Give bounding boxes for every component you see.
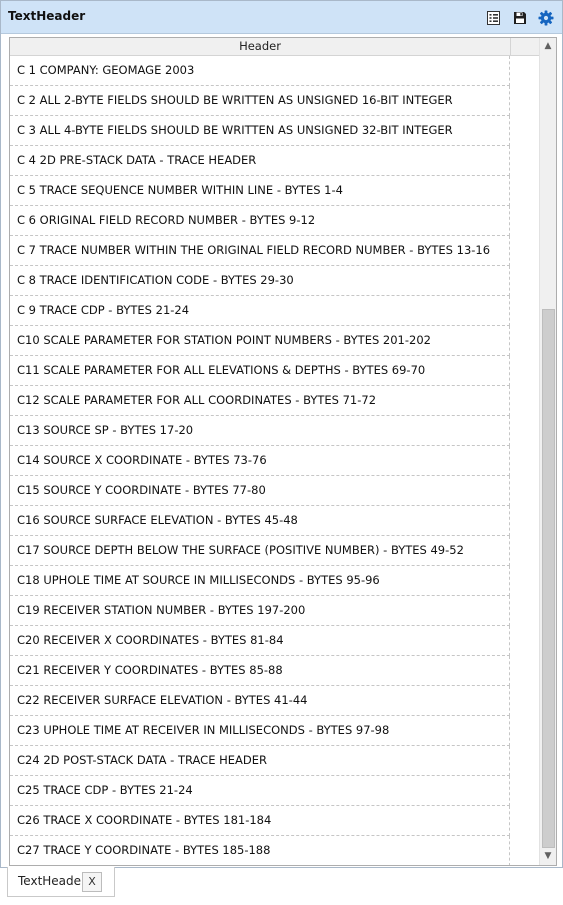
table-row[interactable]: C27 TRACE Y COORDINATE - BYTES 185-188 (10, 836, 510, 865)
table-row[interactable]: C12 SCALE PARAMETER FOR ALL COORDINATES … (10, 386, 510, 416)
table-row[interactable]: C 7 TRACE NUMBER WITHIN THE ORIGINAL FIE… (10, 236, 510, 266)
tab-label[interactable]: TextHeader (18, 874, 86, 888)
table-row[interactable]: C19 RECEIVER STATION NUMBER - BYTES 197-… (10, 596, 510, 626)
grid-rows: C 1 COMPANY: GEOMAGE 2003 C 2 ALL 2-BYTE … (10, 56, 510, 865)
tab-close-button[interactable]: X (82, 872, 102, 892)
table-row[interactable]: C10 SCALE PARAMETER FOR STATION POINT NU… (10, 326, 510, 356)
settings-gear-icon[interactable] (538, 10, 554, 26)
scrollbar-thumb[interactable] (542, 309, 555, 848)
table-row[interactable]: C22 RECEIVER SURFACE ELEVATION - BYTES 4… (10, 686, 510, 716)
save-icon[interactable] (512, 10, 528, 26)
column-header-filler (511, 38, 539, 56)
table-row[interactable]: C20 RECEIVER X COORDINATES - BYTES 81-84 (10, 626, 510, 656)
panel-titlebar: TextHeader (1, 1, 562, 34)
table-row[interactable]: C 2 ALL 2-BYTE FIELDS SHOULD BE WRITTEN … (10, 86, 510, 116)
table-row[interactable]: C11 SCALE PARAMETER FOR ALL ELEVATIONS &… (10, 356, 510, 386)
column-header-header[interactable]: Header (10, 38, 511, 56)
table-row[interactable]: C26 TRACE X COORDINATE - BYTES 181-184 (10, 806, 510, 836)
vertical-scrollbar[interactable]: ▲ ▼ (539, 38, 556, 865)
table-row[interactable]: C14 SOURCE X COORDINATE - BYTES 73-76 (10, 446, 510, 476)
table-row[interactable]: C25 TRACE CDP - BYTES 21-24 (10, 776, 510, 806)
table-row[interactable]: C 5 TRACE SEQUENCE NUMBER WITHIN LINE - … (10, 176, 510, 206)
textheader-panel: TextHeader Header C 1 COMPANY: GEOMAGE 2… (0, 0, 563, 868)
text-header-grid: Header C 1 COMPANY: GEOMAGE 2003 C 2 ALL … (9, 37, 557, 866)
table-row[interactable]: C17 SOURCE DEPTH BELOW THE SURFACE (POSI… (10, 536, 510, 566)
table-row[interactable]: C13 SOURCE SP - BYTES 17-20 (10, 416, 510, 446)
table-row[interactable]: C21 RECEIVER Y COORDINATES - BYTES 85-88 (10, 656, 510, 686)
table-row[interactable]: C 4 2D PRE-STACK DATA - TRACE HEADER (10, 146, 510, 176)
scrollbar-track[interactable] (540, 55, 556, 848)
table-row[interactable]: C16 SOURCE SURFACE ELEVATION - BYTES 45-… (10, 506, 510, 536)
scroll-up-arrow-icon[interactable]: ▲ (540, 38, 556, 55)
table-row[interactable]: C24 2D POST-STACK DATA - TRACE HEADER (10, 746, 510, 776)
table-row[interactable]: C 3 ALL 4-BYTE FIELDS SHOULD BE WRITTEN … (10, 116, 510, 146)
table-row[interactable]: C 6 ORIGINAL FIELD RECORD NUMBER - BYTES… (10, 206, 510, 236)
table-row[interactable]: C 8 TRACE IDENTIFICATION CODE - BYTES 29… (10, 266, 510, 296)
table-row[interactable]: C 1 COMPANY: GEOMAGE 2003 (10, 56, 510, 86)
scroll-down-arrow-icon[interactable]: ▼ (540, 848, 556, 865)
table-row[interactable]: C15 SOURCE Y COORDINATE - BYTES 77-80 (10, 476, 510, 506)
table-row[interactable]: C18 UPHOLE TIME AT SOURCE IN MILLISECOND… (10, 566, 510, 596)
list-view-icon[interactable] (486, 10, 502, 26)
table-row[interactable]: C 9 TRACE CDP - BYTES 21-24 (10, 296, 510, 326)
tab-textheader[interactable]: TextHeader X (7, 867, 115, 897)
panel-title: TextHeader (8, 9, 86, 23)
table-row[interactable]: C23 UPHOLE TIME AT RECEIVER IN MILLISECO… (10, 716, 510, 746)
